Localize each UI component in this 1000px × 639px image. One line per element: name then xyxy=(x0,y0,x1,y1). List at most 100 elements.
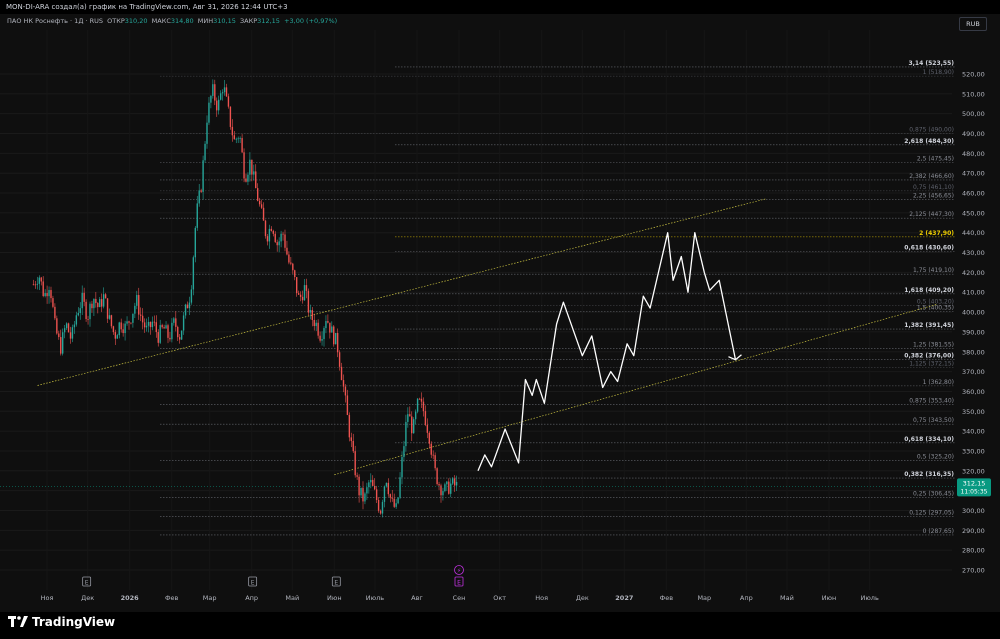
price-tick-label: 380,00 xyxy=(962,348,985,356)
price-badge-value: 312,15 xyxy=(963,479,986,487)
candle-body xyxy=(69,332,72,339)
candle-body xyxy=(389,494,391,498)
candle-body xyxy=(112,326,115,333)
candle-body xyxy=(239,138,241,139)
candle-body xyxy=(411,416,413,434)
time-tick-label: Авг xyxy=(411,594,423,602)
candle-body xyxy=(167,325,169,338)
candle-body xyxy=(278,241,280,246)
price-tick-label: 490,00 xyxy=(962,130,985,138)
candle-body xyxy=(340,366,343,381)
candle-body xyxy=(56,318,58,334)
candle-body xyxy=(182,315,185,331)
earnings-event-label: E xyxy=(334,579,338,586)
candle-body xyxy=(282,233,284,235)
candle-body xyxy=(231,126,234,136)
candle-body xyxy=(114,332,117,339)
candle-body xyxy=(245,178,247,182)
candle-body xyxy=(354,451,356,476)
candle-body xyxy=(192,257,195,290)
candle-body xyxy=(141,315,144,323)
time-tick-label: 2027 xyxy=(615,594,633,602)
price-chart[interactable]: 3,14 (523,55) 1 (518,90) 0,875 (490,00) 2,6… xyxy=(0,0,1000,612)
earnings-event-label: E xyxy=(85,579,89,586)
candle-body xyxy=(145,325,148,328)
candle-body xyxy=(95,298,97,303)
price-tick-label: 460,00 xyxy=(962,190,985,198)
price-axis: 270,00280,00290,00300,00310,00320,00330,… xyxy=(962,71,985,575)
candle-body xyxy=(77,313,79,316)
candle-body xyxy=(317,322,319,336)
fib-level-label: 2,5 (475,45) xyxy=(917,155,954,162)
candle-body xyxy=(333,326,335,345)
candle-body xyxy=(401,457,403,478)
candle-body xyxy=(251,159,253,175)
candle-body xyxy=(256,188,259,201)
candle-body xyxy=(63,328,66,333)
candle-body xyxy=(83,292,85,302)
candle-body xyxy=(436,468,438,485)
candle-body xyxy=(194,227,196,258)
candle-body xyxy=(61,332,64,354)
fib-level-label: 0,125 (297,05) xyxy=(909,509,954,516)
time-tick-label: Сен xyxy=(453,594,466,602)
candle-body xyxy=(358,476,360,496)
candle-body xyxy=(159,325,161,343)
candle-body xyxy=(52,298,54,307)
candle-body xyxy=(307,290,310,313)
candle-body xyxy=(405,421,407,447)
candle-body xyxy=(383,486,386,502)
candle-body xyxy=(237,138,239,140)
price-tick-label: 390,00 xyxy=(962,328,985,336)
fib-level-label: 0,5 (325,20) xyxy=(917,453,954,460)
candles xyxy=(32,79,458,518)
candle-body xyxy=(223,87,226,93)
candle-body xyxy=(344,386,347,396)
fib-level-label: 0 (287,65) xyxy=(923,528,954,535)
time-tick-label: Дек xyxy=(576,594,589,602)
candle-body xyxy=(286,247,288,255)
event-markers: E E E E ⚡ xyxy=(82,565,464,587)
candle-body xyxy=(292,263,294,271)
candle-body xyxy=(143,322,146,328)
fib-level-label: 2 (437,90) xyxy=(919,230,954,237)
time-tick-label: 2026 xyxy=(121,594,140,602)
fib-level-label: 0,875 (353,40) xyxy=(909,398,954,405)
candle-body xyxy=(372,479,374,486)
candle-body xyxy=(453,478,456,486)
time-tick-label: Июн xyxy=(822,594,837,602)
tradingview-logo[interactable]: TradingView xyxy=(8,615,115,629)
candle-body xyxy=(153,321,156,323)
candle-body xyxy=(165,325,167,329)
candle-body xyxy=(108,315,111,319)
candle-body xyxy=(350,437,352,441)
candle-body xyxy=(210,95,212,103)
fib-level-label: 0,75 (343,50) xyxy=(913,417,954,424)
candle-body xyxy=(97,302,99,308)
fib-level-label: 1,382 (391,45) xyxy=(904,322,954,329)
candle-body xyxy=(249,159,251,175)
fib-level-label: 1 (362,80) xyxy=(923,379,954,386)
candle-body xyxy=(65,323,68,329)
time-tick-label: Дек xyxy=(81,594,94,602)
candle-body xyxy=(395,503,397,507)
candle-body xyxy=(356,475,358,477)
candle-body xyxy=(342,380,345,387)
candle-body xyxy=(377,499,380,511)
candle-body xyxy=(379,510,382,514)
candle-body xyxy=(305,285,308,291)
price-badge-countdown: 11:05:35 xyxy=(961,488,988,495)
candle-body xyxy=(122,329,124,334)
candle-body xyxy=(348,414,351,438)
price-tick-label: 290,00 xyxy=(962,527,985,535)
candle-body xyxy=(130,322,132,324)
time-tick-label: Май xyxy=(780,594,794,602)
candle-body xyxy=(48,290,50,297)
candle-body xyxy=(444,484,446,492)
candle-body xyxy=(297,293,300,295)
price-tick-label: 280,00 xyxy=(962,547,985,555)
candle-body xyxy=(270,228,273,231)
candle-body xyxy=(253,171,255,175)
candle-body xyxy=(75,315,78,325)
price-tick-label: 400,00 xyxy=(962,309,985,317)
